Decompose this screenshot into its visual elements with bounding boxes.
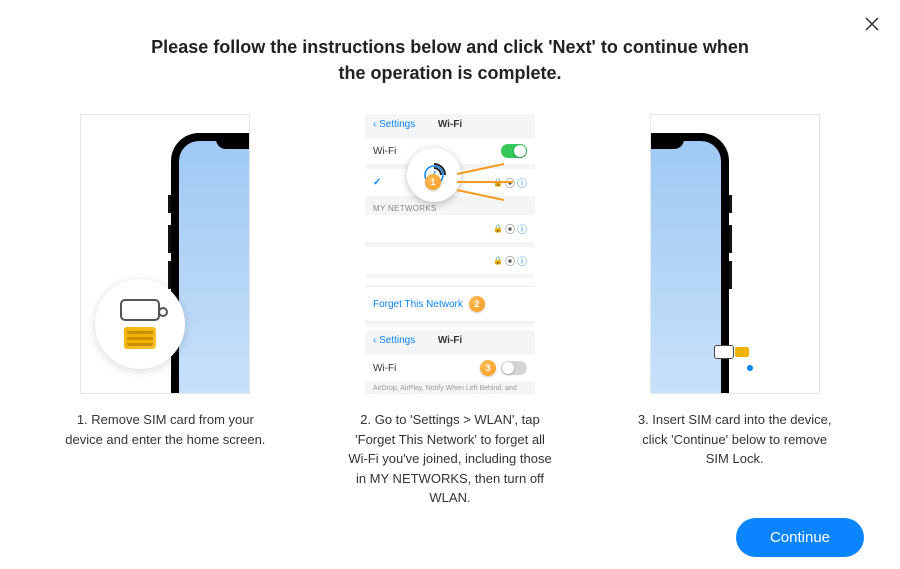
step-badge-3: 3 <box>480 360 496 376</box>
wifi-signal-icon: 🔒⦿ⓘ <box>493 221 527 236</box>
sim-tray-icon <box>120 299 160 321</box>
my-networks-label: MY NETWORKS <box>365 201 535 215</box>
sim-insert-icon <box>714 345 749 359</box>
continue-button[interactable]: Continue <box>736 518 864 557</box>
settings-title: Wi-Fi <box>438 119 462 130</box>
sim-magnifier-icon <box>95 279 185 369</box>
step-1: 1. Remove SIM card from your device and … <box>36 114 295 508</box>
step-3-caption: 3. Insert SIM card into the device, clic… <box>630 410 840 469</box>
wifi-current-network-row: ✓ <box>373 177 384 188</box>
close-button[interactable] <box>864 16 880 36</box>
step-1-illustration <box>80 114 250 394</box>
eject-dot-icon <box>747 365 753 371</box>
step-badge-2: 2 <box>469 296 485 312</box>
step-1-caption: 1. Remove SIM card from your device and … <box>60 410 270 449</box>
sim-card-icon <box>124 327 156 349</box>
phone-icon <box>171 133 250 394</box>
steps-row: 1. Remove SIM card from your device and … <box>36 114 864 508</box>
wifi-toggle-off-icon <box>501 361 527 375</box>
wifi-off-subnote: AirDrop, AirPlay, Notify When Left Behin… <box>365 382 535 394</box>
wifi-toggle-on-icon <box>501 144 527 158</box>
step-2: ‹ Settings Wi-Fi Wi-Fi ✓ 🔒⦿ⓘ MY NETWORKS <box>321 114 580 508</box>
step-2-caption: 2. Go to 'Settings > WLAN', tap 'Forget … <box>345 410 555 508</box>
wifi-toggle-label: Wi-Fi <box>373 146 396 157</box>
forget-network-label: Forget This Network <box>373 299 463 310</box>
close-icon <box>864 16 880 32</box>
pointer-lines-icon <box>457 169 513 193</box>
dialog-footer: Continue <box>36 518 864 557</box>
step-3: 3. Insert SIM card into the device, clic… <box>605 114 864 508</box>
forget-network-row: Forget This Network 2 <box>365 286 535 322</box>
settings-title: Wi-Fi <box>438 335 462 346</box>
wifi-toggle-label: Wi-Fi <box>373 363 396 374</box>
wifi-signal-icon: 🔒⦿ⓘ <box>493 253 527 268</box>
wifi-settings-panel-bottom: ‹ Settings Wi-Fi Wi-Fi 3 AirDrop, AirPla… <box>365 330 535 394</box>
step-3-illustration <box>650 114 820 394</box>
settings-back-link: ‹ Settings <box>373 335 415 346</box>
dialog-heading: Please follow the instructions below and… <box>150 34 750 86</box>
step-2-illustration: ‹ Settings Wi-Fi Wi-Fi ✓ 🔒⦿ⓘ MY NETWORKS <box>365 114 535 394</box>
settings-back-link: ‹ Settings <box>373 119 415 130</box>
dialog-container: Please follow the instructions below and… <box>0 0 900 569</box>
